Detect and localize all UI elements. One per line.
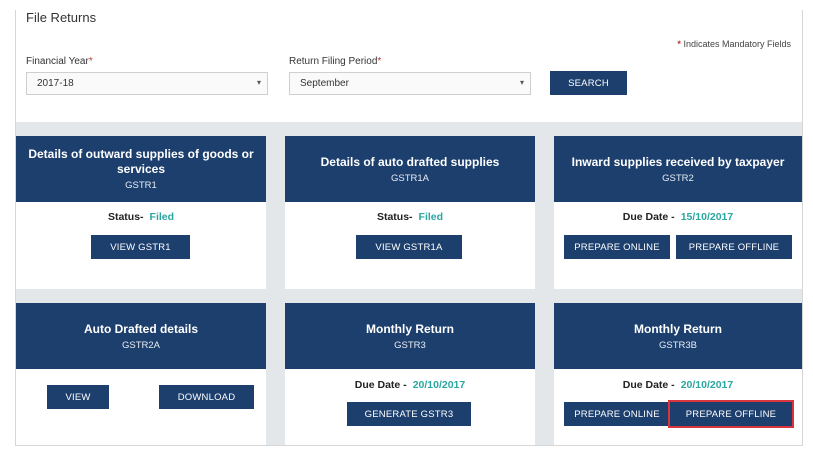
prepare-offline-button[interactable]: PREPARE OFFLINE <box>676 235 792 259</box>
card-header: Inward supplies received by taxpayer GST… <box>554 136 802 202</box>
card-header: Monthly Return GSTR3 <box>285 303 535 369</box>
return-filing-period-select[interactable]: September ▾ <box>289 72 531 95</box>
chevron-down-icon: ▾ <box>519 78 524 87</box>
required-mark: * <box>377 56 382 67</box>
status-value: Filed <box>149 211 175 223</box>
due-date-value: 15/10/2017 <box>680 211 734 223</box>
card-header: Details of outward supplies of goods or … <box>16 136 266 202</box>
card-title: Inward supplies received by taxpayer <box>571 154 785 169</box>
card-gstr2a: Auto Drafted details GSTR2A VIEW DOWNLOA… <box>16 303 266 445</box>
card-code: GSTR3 <box>394 339 426 351</box>
view-button[interactable]: VIEW <box>47 385 109 409</box>
status-line: Status- Filed <box>285 211 535 223</box>
return-filing-period-label-text: Return Filing Period <box>289 56 378 67</box>
card-title: Details of outward supplies of goods or … <box>28 147 254 176</box>
search-button[interactable]: SEARCH <box>550 71 627 95</box>
prepare-offline-button[interactable]: PREPARE OFFLINE <box>668 400 794 428</box>
return-filing-period-value: September <box>300 78 349 89</box>
financial-year-select[interactable]: 2017-18 ▾ <box>26 72 268 95</box>
card-gstr3: Monthly Return GSTR3 Due Date - 20/10/201… <box>285 303 535 445</box>
due-date-label: Due Date - <box>622 211 675 223</box>
required-star: * <box>677 39 681 49</box>
prepare-online-button[interactable]: PREPARE ONLINE <box>564 402 670 426</box>
card-header: Monthly Return GSTR3B <box>554 303 802 369</box>
page-title: File Returns <box>26 10 97 25</box>
card-title: Monthly Return <box>634 321 722 336</box>
view-gstr1-button[interactable]: VIEW GSTR1 <box>91 235 190 259</box>
card-gstr1: Details of outward supplies of goods or … <box>16 136 266 289</box>
card-header: Details of auto drafted supplies GSTR1A <box>285 136 535 202</box>
status-label: Status- <box>107 211 144 223</box>
card-title: Auto Drafted details <box>83 321 198 336</box>
card-gstr1a: Details of auto drafted supplies GSTR1A … <box>285 136 535 289</box>
due-date-line: Due Date - 20/10/2017 <box>285 379 535 391</box>
download-button[interactable]: DOWNLOAD <box>159 385 254 409</box>
card-gstr2: Inward supplies received by taxpayer GST… <box>554 136 802 289</box>
financial-year-label-text: Financial Year <box>26 56 89 67</box>
required-mark: * <box>88 56 93 67</box>
card-title: Monthly Return <box>366 321 454 336</box>
due-date-value: 20/10/2017 <box>680 379 734 391</box>
mandatory-note-text: Indicates Mandatory Fields <box>683 39 791 49</box>
due-date-line: Due Date - 15/10/2017 <box>554 211 802 223</box>
view-gstr1a-button[interactable]: VIEW GSTR1A <box>356 235 462 259</box>
financial-year-label: Financial Year* <box>26 56 93 67</box>
status-value: Filed <box>418 211 444 223</box>
status-label: Status- <box>376 211 413 223</box>
generate-gstr3-button[interactable]: GENERATE GSTR3 <box>347 402 471 426</box>
due-date-value: 20/10/2017 <box>412 379 466 391</box>
due-date-label: Due Date - <box>622 379 675 391</box>
card-header: Auto Drafted details GSTR2A <box>16 303 266 369</box>
card-code: GSTR1A <box>390 172 429 184</box>
financial-year-value: 2017-18 <box>37 78 74 89</box>
mandatory-note: * Indicates Mandatory Fields <box>677 39 791 49</box>
return-filing-period-label: Return Filing Period* <box>289 56 381 67</box>
card-code: GSTR2 <box>662 172 694 184</box>
card-code: GSTR2A <box>121 339 160 351</box>
card-gstr3b: Monthly Return GSTR3B Due Date - 20/10/20… <box>554 303 802 445</box>
due-date-label: Due Date - <box>354 379 407 391</box>
status-line: Status- Filed <box>16 211 266 223</box>
prepare-online-button[interactable]: PREPARE ONLINE <box>564 235 670 259</box>
card-code: GSTR1 <box>125 180 157 191</box>
chevron-down-icon: ▾ <box>256 78 261 87</box>
due-date-line: Due Date - 20/10/2017 <box>554 379 802 391</box>
card-title: Details of auto drafted supplies <box>320 154 500 169</box>
card-code: GSTR3B <box>658 339 697 351</box>
